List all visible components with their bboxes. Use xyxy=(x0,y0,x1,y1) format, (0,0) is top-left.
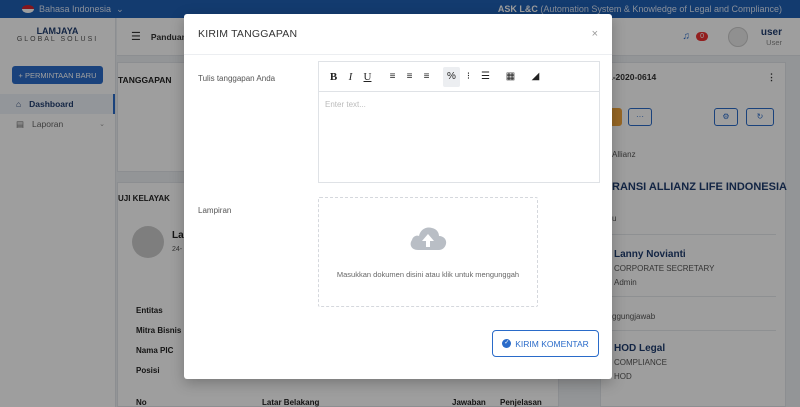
editor-toolbar: B I U ≡ ≡ ≡ % ⁝ ☰ ▦ ◢ xyxy=(319,62,599,92)
align-right-icon[interactable]: ≡ xyxy=(418,67,435,87)
align-left-icon[interactable]: ≡ xyxy=(384,67,401,87)
modal-title: KIRIM TANGGAPAN xyxy=(198,28,298,40)
kirim-tanggapan-modal: KIRIM TANGGAPAN × Tulis tanggapan Anda B… xyxy=(184,14,612,379)
eraser-icon[interactable]: ◢ xyxy=(527,67,544,87)
response-label: Tulis tanggapan Anda xyxy=(198,74,276,83)
submit-comment-button[interactable]: ✓ KIRIM KOMENTAR xyxy=(492,330,599,357)
align-center-icon[interactable]: ≡ xyxy=(401,67,418,87)
table-icon[interactable]: ▦ xyxy=(502,67,519,87)
file-dropzone[interactable]: Masukkan dokumen disini atau klik untuk … xyxy=(318,197,538,307)
dropzone-text: Masukkan dokumen disini atau klik untuk … xyxy=(336,270,520,279)
underline-icon[interactable]: U xyxy=(359,67,376,87)
editor-input[interactable]: Enter text... xyxy=(319,92,599,117)
check-circle-icon: ✓ xyxy=(502,339,512,348)
cloud-upload-icon xyxy=(410,227,447,250)
bullet-list-icon[interactable]: ☰ xyxy=(477,67,494,87)
attachment-label: Lampiran xyxy=(198,206,232,215)
ordered-list-icon[interactable]: ⁝ xyxy=(460,67,477,87)
modal-divider xyxy=(184,54,612,55)
submit-label: KIRIM KOMENTAR xyxy=(515,338,589,349)
link-icon[interactable]: % xyxy=(443,66,460,87)
italic-icon[interactable]: I xyxy=(342,67,359,87)
close-icon[interactable]: × xyxy=(592,28,598,40)
bold-icon[interactable]: B xyxy=(325,67,342,87)
rich-text-editor[interactable]: B I U ≡ ≡ ≡ % ⁝ ☰ ▦ ◢ Enter text... xyxy=(318,61,600,183)
